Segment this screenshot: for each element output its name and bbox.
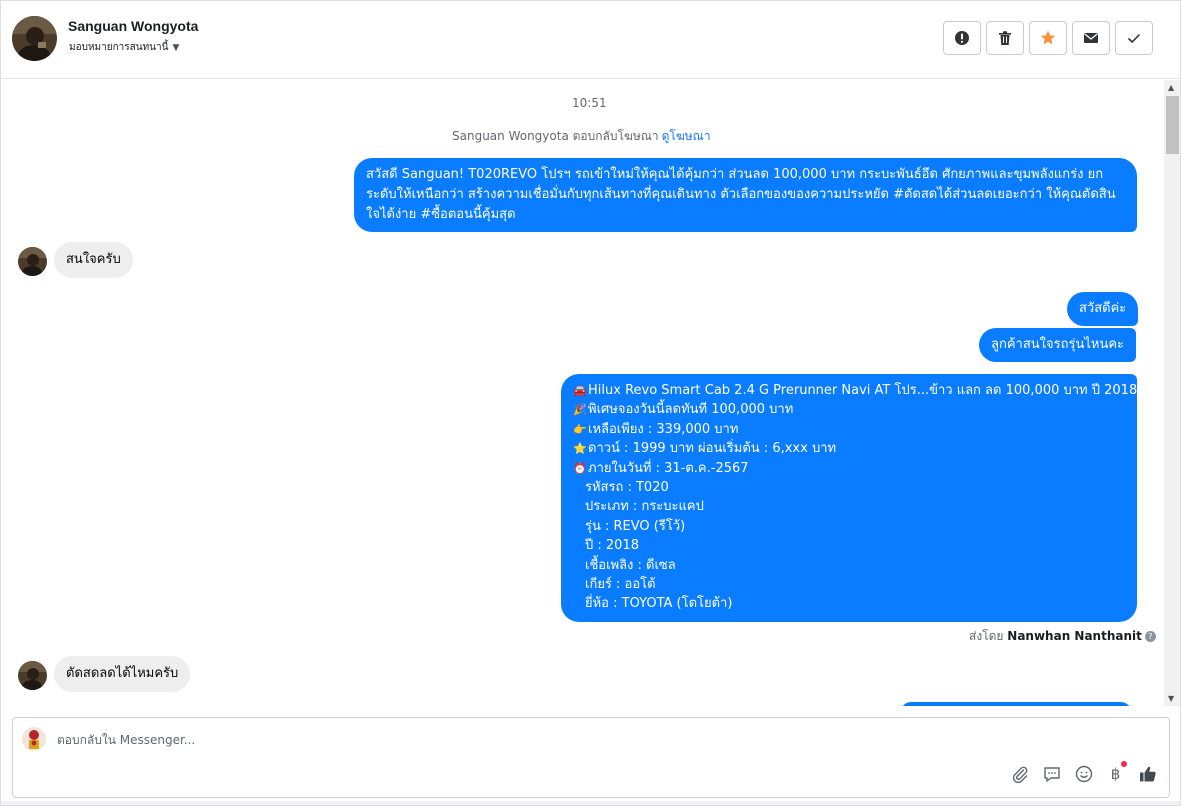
like-button[interactable] — [1138, 764, 1157, 783]
star-emoji-icon: ⭐ — [573, 442, 587, 456]
listing-line: รหัสรถ : T020 — [585, 479, 669, 495]
conversation-header: Sanguan Wongyota มอบหมายการสนทนานี้ ▼ — [1, 1, 1180, 79]
outgoing-message-partial — [901, 702, 1131, 706]
window-bottom-edge — [1, 801, 1180, 805]
sent-by-note: ส่งโดย Nanwhan Nanthanit? — [969, 627, 1156, 646]
trash-icon — [999, 31, 1011, 45]
thread-scrollbar[interactable]: ▲ ▼ — [1164, 80, 1180, 706]
listing-line: 🚘Hilux Revo Smart Cab 2.4 G Prerunner Na… — [573, 381, 1137, 400]
star-button[interactable] — [1029, 21, 1067, 55]
reply-composer: ฿ — [12, 717, 1170, 798]
incoming-message: ตัดสดลดได้ไหมครับ — [54, 656, 191, 692]
outgoing-message: ลูกค้าสนใจรถรุ่นไหนคะ — [979, 328, 1137, 362]
check-icon — [1127, 33, 1141, 44]
contact-avatar[interactable] — [12, 16, 57, 61]
message-timestamp: 10:51 — [572, 96, 607, 110]
outgoing-message: สวัสดี Sanguan! T020REVO โปรฯ รถเข้าใหม่… — [354, 158, 1137, 232]
attach-button[interactable] — [1010, 764, 1029, 783]
emoji-button[interactable] — [1074, 764, 1093, 783]
listing-line: 🎉พิเศษจองวันนี้ลดทันที 100,000 บาท — [573, 400, 1125, 419]
party-emoji-icon: 🎉 — [573, 403, 587, 417]
chevron-down-icon: ▼ — [172, 42, 180, 53]
listing-line: ⏰ภายในวันที่ : 31-ต.ค.-2567 — [573, 459, 1125, 478]
outgoing-listing-message: 🚘Hilux Revo Smart Cab 2.4 G Prerunner Na… — [561, 374, 1137, 622]
mark-done-button[interactable] — [1115, 21, 1153, 55]
scrollbar-thumb[interactable] — [1166, 96, 1179, 154]
listing-line: ประเภท : กระบะแคป — [585, 499, 704, 515]
clock-emoji-icon: ⏰ — [573, 461, 587, 475]
ad-reply-text: Sanguan Wongyota ตอบกลับโฆษณา — [452, 129, 659, 143]
delete-button[interactable] — [986, 21, 1024, 55]
saved-replies-icon — [1043, 766, 1060, 782]
saved-replies-button[interactable] — [1042, 764, 1061, 783]
ad-reply-note: Sanguan Wongyota ตอบกลับโฆษณา ดูโฆษณา — [452, 127, 711, 146]
alert-icon — [955, 31, 969, 45]
view-ad-link[interactable]: ดูโฆษณา — [662, 129, 711, 143]
message-thread[interactable]: 10:51 Sanguan Wongyota ตอบกลับโฆษณา ดูโฆษ… — [1, 80, 1164, 706]
car-emoji-icon: 🚘 — [573, 384, 587, 397]
header-actions — [943, 21, 1153, 55]
listing-line: ⭐ดาวน์ : 1999 บาท ผ่อนเริ่มต้น : 6,xxx บ… — [573, 439, 1125, 458]
messenger-inbox-window: Sanguan Wongyota มอบหมายการสนทนานี้ ▼ 10… — [0, 0, 1181, 806]
envelope-icon — [1084, 33, 1098, 43]
help-icon[interactable]: ? — [1144, 631, 1156, 642]
payment-button[interactable]: ฿ — [1106, 761, 1127, 783]
baht-icon: ฿ — [1110, 764, 1121, 783]
assign-conversation-dropdown[interactable]: มอบหมายการสนทนานี้ ▼ — [69, 40, 179, 55]
scroll-down-arrow-icon[interactable]: ▼ — [1168, 694, 1174, 703]
listing-line: รุ่น : REVO (รีโว้) — [585, 518, 686, 534]
customer-avatar — [18, 247, 47, 276]
mark-spam-button[interactable] — [943, 21, 981, 55]
customer-avatar — [18, 661, 47, 690]
incoming-message: สนใจครับ — [54, 242, 133, 278]
star-icon — [1040, 30, 1056, 45]
notification-dot — [1121, 761, 1127, 767]
listing-line: ยี่ห้อ : TOYOTA (โตโยต้า) — [585, 596, 733, 612]
page-avatar — [22, 727, 46, 751]
paperclip-icon — [1012, 766, 1027, 783]
listing-line: 👉เหลือเพียง : 339,000 บาท — [573, 420, 1125, 439]
listing-line: ปี : 2018 — [585, 538, 639, 554]
listing-line: เชื้อเพลิง : ดีเซล — [585, 557, 676, 573]
pointing-emoji-icon: 👉 — [573, 422, 587, 436]
contact-name[interactable]: Sanguan Wongyota — [68, 18, 198, 34]
scroll-up-arrow-icon[interactable]: ▲ — [1168, 83, 1174, 92]
emoji-icon — [1075, 765, 1092, 782]
sender-name: Nanwhan Nanthanit — [1007, 629, 1142, 643]
listing-line: เกียร์ : ออโต้ — [585, 576, 656, 592]
reply-input[interactable] — [57, 733, 757, 747]
mark-unread-button[interactable] — [1072, 21, 1110, 55]
outgoing-message: สวัสดีค่ะ — [1067, 292, 1139, 326]
assign-label: มอบหมายการสนทนานี้ — [69, 42, 169, 53]
composer-tools: ฿ — [1010, 761, 1157, 783]
like-icon — [1139, 766, 1156, 781]
